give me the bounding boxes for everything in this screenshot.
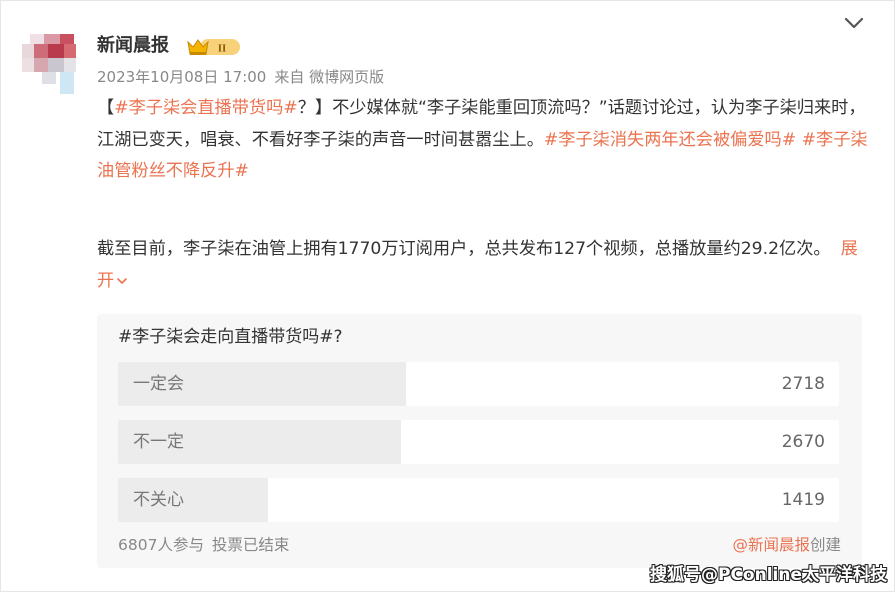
poll-status: 投票已结束: [211, 536, 290, 554]
hashtag-link[interactable]: #李子柒会直播带货吗#: [114, 98, 298, 118]
badge-level-text: II: [218, 43, 227, 55]
post-date[interactable]: 2023年10月08日 17:00: [97, 68, 266, 86]
poll-option-count: 2718: [781, 374, 825, 394]
chevron-down-icon[interactable]: [843, 14, 865, 32]
watermark: 搜狐号@PConline太平洋科技: [650, 565, 888, 585]
hashtag-link[interactable]: #李子柒消失两年还会被偏爱吗#: [544, 130, 796, 150]
poll-creator-link[interactable]: @新闻晨报: [732, 536, 810, 554]
post-text-segment: 截至目前，李子柒在油管上拥有1770万订阅用户，总共发布127个视频，总播放量约…: [97, 239, 831, 259]
poll-participants: 6807人参与: [118, 536, 204, 554]
crown-level-badge-icon: II: [187, 39, 240, 55]
poll-option-count: 1419: [781, 490, 825, 510]
poll-option-label: 一定会: [133, 374, 184, 394]
bracket-open: 【: [97, 98, 115, 118]
poll-creator: @新闻晨报创建: [732, 534, 841, 556]
poll-option-label: 不关心: [133, 490, 184, 510]
poll-card: #李子柒会走向直播带货吗#? 一定会 2718 不一定 2670 不关心 141…: [97, 314, 862, 568]
post-body: 【#李子柒会直播带货吗#？】不少媒体就“李子柒能重回顶流吗？”话题讨论过，认为李…: [97, 93, 869, 188]
post-paragraph-2: 截至目前，李子柒在油管上拥有1770万订阅用户，总共发布127个视频，总播放量约…: [97, 233, 869, 297]
poll-option-label: 不一定: [133, 432, 184, 452]
post-source[interactable]: 来自 微博网页版: [274, 68, 384, 86]
avatar[interactable]: [22, 30, 84, 96]
poll-title[interactable]: #李子柒会走向直播带货吗#?: [118, 324, 343, 350]
author-name[interactable]: 新闻晨报: [97, 33, 169, 59]
poll-creator-suffix: 创建: [809, 536, 841, 554]
poll-option[interactable]: 不关心 1419: [118, 478, 839, 522]
poll-option-count: 2670: [781, 432, 825, 452]
poll-option[interactable]: 不一定 2670: [118, 420, 839, 464]
poll-footer: 6807人参与 投票已结束: [118, 534, 292, 556]
poll-option[interactable]: 一定会 2718: [118, 362, 839, 406]
chevron-down-icon: [117, 278, 128, 284]
post-meta: 2023年10月08日 17:00 来自 微博网页版: [97, 67, 392, 87]
